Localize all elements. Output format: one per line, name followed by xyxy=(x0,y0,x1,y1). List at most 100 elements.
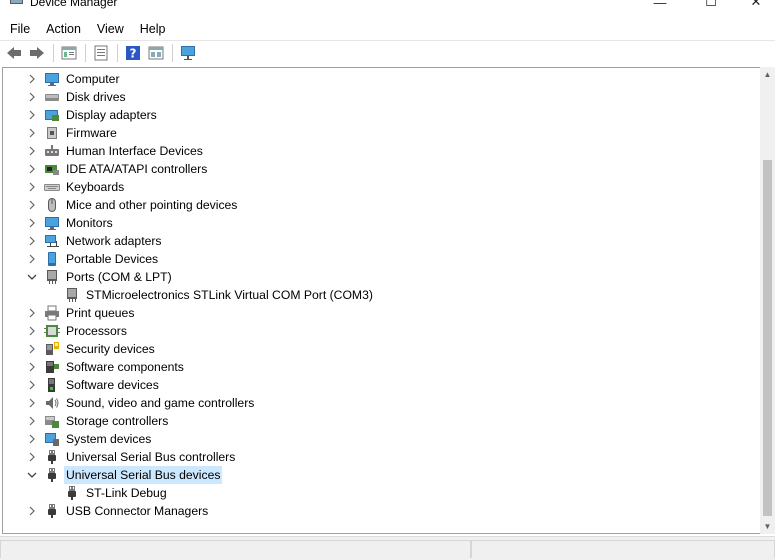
tree-item-label[interactable]: Universal Serial Bus devices xyxy=(64,466,223,484)
tree-row[interactable]: Network adapters xyxy=(3,232,760,250)
help-button[interactable]: ? xyxy=(123,44,142,62)
forward-button[interactable] xyxy=(27,44,46,62)
tree-row[interactable]: Mice and other pointing devices xyxy=(3,196,760,214)
vertical-scrollbar[interactable]: ▲ ▼ xyxy=(760,67,775,534)
chevron-right-icon[interactable] xyxy=(27,70,37,88)
properties-icon xyxy=(61,45,77,61)
menu-action[interactable]: Action xyxy=(38,19,89,39)
tree-row[interactable]: IDE ATA/ATAPI controllers xyxy=(3,160,760,178)
scroll-thumb[interactable] xyxy=(763,160,772,516)
tree-row[interactable]: Computer xyxy=(3,70,760,88)
tree-row[interactable]: Print queues xyxy=(3,304,760,322)
tree-item-label[interactable]: IDE ATA/ATAPI controllers xyxy=(64,160,209,178)
scroll-down-icon[interactable]: ▼ xyxy=(760,519,775,534)
tree-item-label[interactable]: Storage controllers xyxy=(64,412,170,430)
minimize-button[interactable]: — xyxy=(637,0,683,13)
chevron-right-icon[interactable] xyxy=(27,88,37,106)
tree-row[interactable]: Software components xyxy=(3,358,760,376)
tree-item-label[interactable]: Computer xyxy=(64,70,122,88)
tree-row[interactable]: Monitors xyxy=(3,214,760,232)
chevron-right-icon[interactable] xyxy=(27,340,37,358)
usb-icon xyxy=(44,449,60,465)
chevron-right-icon[interactable] xyxy=(27,142,37,160)
close-button[interactable]: ✕ xyxy=(733,0,775,13)
tree-item-label[interactable]: Portable Devices xyxy=(64,250,160,268)
tree-row[interactable]: Human Interface Devices xyxy=(3,142,760,160)
tree-item-label[interactable]: Software components xyxy=(64,358,186,376)
tree-row[interactable]: Portable Devices xyxy=(3,250,760,268)
chevron-right-icon[interactable] xyxy=(27,196,37,214)
tree-row[interactable]: USB Connector Managers xyxy=(3,502,760,520)
tree-item-label[interactable]: Processors xyxy=(64,322,129,340)
software-device-icon xyxy=(44,377,60,393)
scroll-up-icon[interactable]: ▲ xyxy=(760,67,775,82)
tree-item-label[interactable]: Mice and other pointing devices xyxy=(64,196,239,214)
tree-row[interactable]: Universal Serial Bus controllers xyxy=(3,448,760,466)
tree-row[interactable]: Disk drives xyxy=(3,88,760,106)
chevron-right-icon[interactable] xyxy=(27,394,37,412)
chevron-right-icon[interactable] xyxy=(27,160,37,178)
chevron-down-icon[interactable] xyxy=(27,466,37,484)
tree-item-label[interactable]: Software devices xyxy=(64,376,161,394)
tree-row[interactable]: System devices xyxy=(3,430,760,448)
tree-item-label[interactable]: System devices xyxy=(64,430,153,448)
properties-button[interactable] xyxy=(59,44,78,62)
back-icon xyxy=(6,45,22,61)
tree-row[interactable]: Processors xyxy=(3,322,760,340)
chevron-right-icon[interactable] xyxy=(27,106,37,124)
tree-item-label[interactable]: Monitors xyxy=(64,214,115,232)
chevron-right-icon[interactable] xyxy=(27,448,37,466)
chevron-right-icon[interactable] xyxy=(27,124,37,142)
maximize-button[interactable]: ☐ xyxy=(688,0,734,13)
tree-item-label[interactable]: STMicroelectronics STLink Virtual COM Po… xyxy=(84,286,375,304)
chevron-right-icon[interactable] xyxy=(27,376,37,394)
tree-row[interactable]: Display adapters xyxy=(3,106,760,124)
tree-item-label[interactable]: Sound, video and game controllers xyxy=(64,394,256,412)
tree-row[interactable]: Security devices xyxy=(3,340,760,358)
tree-row[interactable]: STMicroelectronics STLink Virtual COM Po… xyxy=(3,286,760,304)
svg-text:?: ? xyxy=(129,47,136,61)
status-bar xyxy=(0,536,775,560)
tree-item-label[interactable]: Display adapters xyxy=(64,106,159,124)
back-button[interactable] xyxy=(4,44,23,62)
tree-row[interactable]: Software devices xyxy=(3,376,760,394)
tree-row[interactable]: Keyboards xyxy=(3,178,760,196)
tree-item-label[interactable]: Network adapters xyxy=(64,232,164,250)
tree-item-label[interactable]: Universal Serial Bus controllers xyxy=(64,448,237,466)
tree-item-label[interactable]: Ports (COM & LPT) xyxy=(64,268,174,286)
tree-item-label[interactable]: Disk drives xyxy=(64,88,128,106)
toolbar-separator xyxy=(117,44,118,62)
tree-item-label[interactable]: Keyboards xyxy=(64,178,126,196)
chevron-right-icon[interactable] xyxy=(27,250,37,268)
tree-item-label[interactable]: ST-Link Debug xyxy=(84,484,169,502)
tree-item-label[interactable]: Print queues xyxy=(64,304,136,322)
ide-controller-icon xyxy=(44,161,60,177)
chevron-right-icon[interactable] xyxy=(27,502,37,520)
menu-view[interactable]: View xyxy=(89,19,132,39)
device-manager-icon xyxy=(10,0,23,4)
menu-help[interactable]: Help xyxy=(132,19,174,39)
monitor-scan-button[interactable] xyxy=(178,44,197,62)
chevron-right-icon[interactable] xyxy=(27,322,37,340)
tree-row[interactable]: Sound, video and game controllers xyxy=(3,394,760,412)
view-button[interactable] xyxy=(146,44,165,62)
menu-file[interactable]: File xyxy=(0,19,38,39)
tree-item-label[interactable]: Human Interface Devices xyxy=(64,142,205,160)
update-driver-button[interactable] xyxy=(91,44,110,62)
tree-item-label[interactable]: Security devices xyxy=(64,340,157,358)
chevron-right-icon[interactable] xyxy=(27,412,37,430)
tree-row[interactable]: Ports (COM & LPT) xyxy=(3,268,760,286)
chevron-right-icon[interactable] xyxy=(27,304,37,322)
tree-row[interactable]: Universal Serial Bus devices xyxy=(3,466,760,484)
chevron-right-icon[interactable] xyxy=(27,358,37,376)
tree-row[interactable]: Storage controllers xyxy=(3,412,760,430)
chevron-right-icon[interactable] xyxy=(27,430,37,448)
tree-row[interactable]: ST-Link Debug xyxy=(3,484,760,502)
tree-item-label[interactable]: USB Connector Managers xyxy=(64,502,210,520)
tree-item-label[interactable]: Firmware xyxy=(64,124,119,142)
chevron-right-icon[interactable] xyxy=(27,214,37,232)
chevron-right-icon[interactable] xyxy=(27,178,37,196)
chevron-down-icon[interactable] xyxy=(27,268,37,286)
tree-row[interactable]: Firmware xyxy=(3,124,760,142)
chevron-right-icon[interactable] xyxy=(27,232,37,250)
